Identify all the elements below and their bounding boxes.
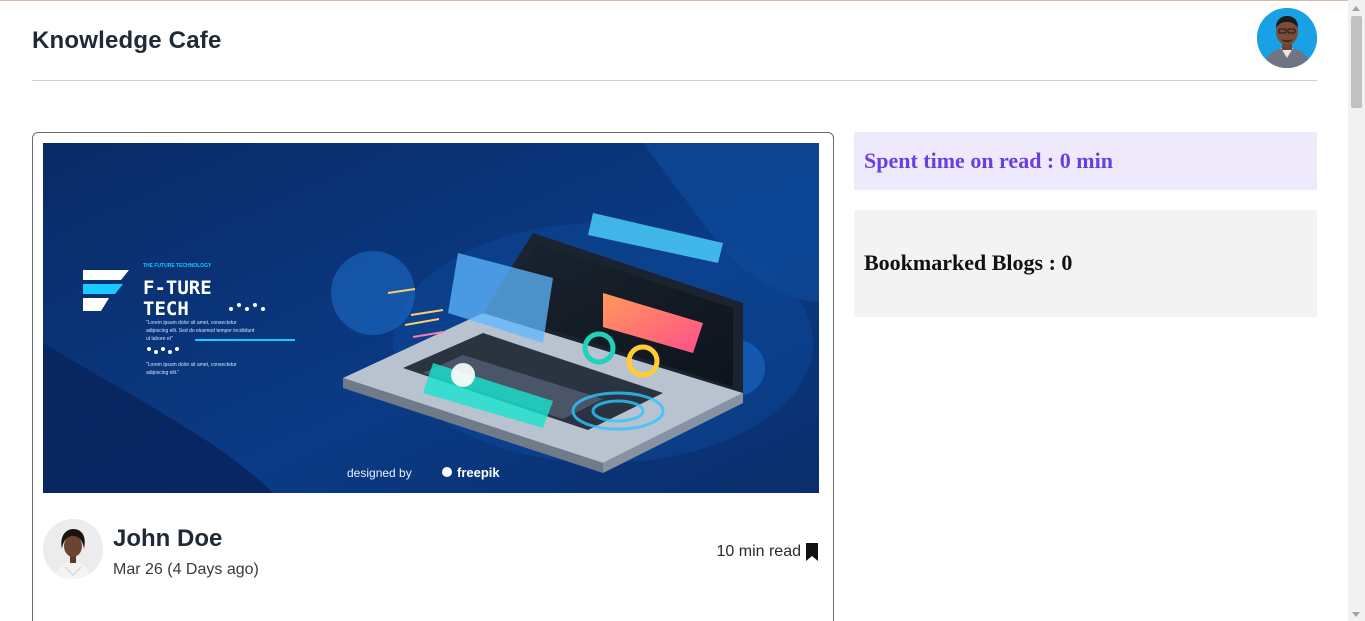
scroll-up-arrow-icon[interactable]: [1352, 6, 1360, 11]
cover-credit: designed by: [347, 466, 412, 480]
blog-card: THE FUTURE TECHNOLOGY F-TURE TECH "Lorem…: [32, 132, 834, 621]
bookmark-button[interactable]: [805, 543, 819, 561]
app-header: Knowledge Cafe: [32, 1, 1317, 81]
scroll-thumb[interactable]: [1351, 16, 1362, 108]
cover-body-line-a: "Lorem ipsum dolor sit amet, consectetur: [146, 320, 237, 326]
freepik-logo-icon: [442, 467, 452, 477]
user-avatar[interactable]: [1257, 8, 1317, 68]
page-scrollbar[interactable]: [1348, 0, 1365, 621]
bookmark-icon: [806, 543, 818, 561]
blog-cover-image: THE FUTURE TECHNOLOGY F-TURE TECH "Lorem…: [43, 143, 819, 493]
app-brand[interactable]: Knowledge Cafe: [32, 27, 222, 55]
post-date: Mar 26 (4 Days ago): [113, 561, 259, 578]
cover-title-line1: F-TURE: [143, 277, 212, 299]
spent-time-panel: Spent time on read : 0 min: [854, 132, 1317, 190]
cover-body2-line-a: "Lorem ipsum dolor sit amet, consectetur: [146, 362, 237, 368]
scroll-down-arrow-icon[interactable]: [1352, 612, 1360, 617]
cover-tagline: THE FUTURE TECHNOLOGY: [143, 263, 212, 269]
user-avatar-image: [1257, 8, 1317, 68]
spent-time-text: Spent time on read : 0 min: [864, 148, 1113, 173]
bookmarked-blogs-text: Bookmarked Blogs : 0: [864, 250, 1073, 275]
cover-body-line-c: ut labore et": [146, 336, 173, 342]
read-time: 10 min read: [716, 543, 802, 560]
bookmarked-blogs-panel: Bookmarked Blogs : 0: [854, 210, 1317, 317]
cover-body-line-b: adipiscing elit. Sed do eiusmod tempor i…: [146, 328, 255, 334]
cover-credit-brand: freepik: [457, 465, 500, 480]
cover-body2-line-b: adipiscing elit.": [146, 370, 179, 376]
author-name: John Doe: [113, 525, 223, 552]
author-row: John Doe Mar 26 (4 Days ago) 10 min read: [43, 519, 819, 583]
cover-title-line2: TECH: [143, 298, 189, 320]
author-avatar: [43, 519, 103, 579]
